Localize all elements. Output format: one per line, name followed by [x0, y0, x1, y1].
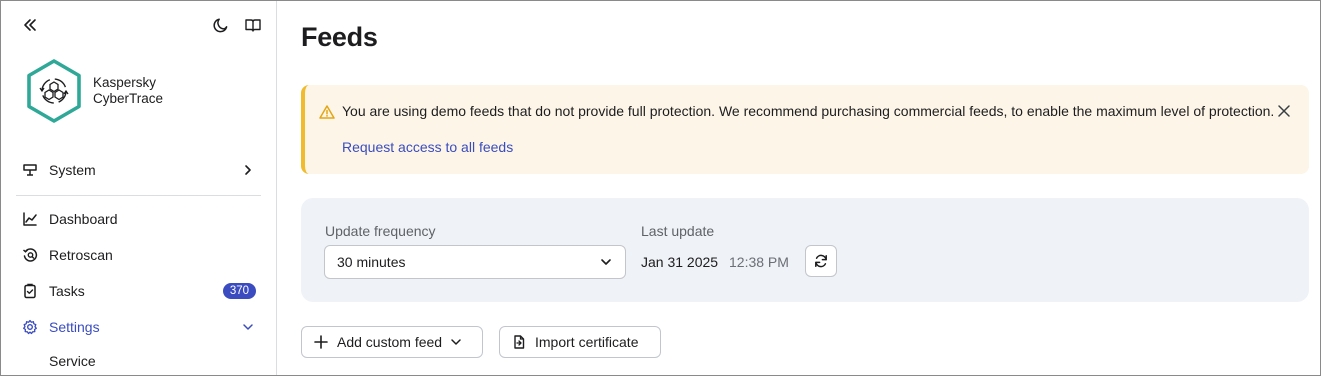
app-window: Kaspersky CyberTrace System Dashboard Re…	[0, 0, 1321, 376]
last-update-date: Jan 31 2025	[641, 254, 719, 270]
warning-icon	[319, 105, 335, 119]
demo-feeds-alert: You are using demo feeds that do not pro…	[301, 85, 1309, 174]
update-frequency-label: Update frequency	[325, 223, 436, 239]
alert-message: You are using demo feeds that do not pro…	[342, 103, 1275, 119]
sidebar-item-label: Settings	[49, 319, 100, 335]
brand-name: Kaspersky CyberTrace	[93, 75, 163, 107]
gear-icon	[21, 318, 39, 336]
chevron-down-icon	[601, 259, 611, 265]
brand[interactable]: Kaspersky CyberTrace	[23, 58, 163, 124]
sidebar-item-retroscan[interactable]: Retroscan	[21, 241, 256, 269]
close-icon[interactable]	[1277, 104, 1291, 118]
retroscan-icon	[21, 246, 39, 264]
sidebar-item-label: System	[49, 162, 96, 178]
sidebar-item-label: Dashboard	[49, 211, 118, 227]
sidebar-item-label: Tasks	[49, 283, 85, 299]
last-update-label: Last update	[641, 223, 715, 239]
sidebar-item-label: Retroscan	[49, 247, 113, 263]
update-frequency-value: 30 minutes	[337, 254, 406, 270]
chevron-down-icon	[451, 339, 461, 345]
add-custom-feed-button[interactable]: Add custom feed	[301, 326, 483, 358]
file-import-icon	[512, 335, 526, 349]
moon-icon[interactable]	[212, 16, 230, 34]
clipboard-check-icon	[21, 282, 39, 300]
collapse-sidebar-icon[interactable]	[21, 16, 39, 34]
page-title: Feeds	[301, 22, 378, 52]
sidebar-subitem-service[interactable]: Service	[49, 353, 96, 369]
brand-line-1: Kaspersky	[93, 75, 157, 90]
sidebar-item-settings[interactable]: Settings	[21, 313, 256, 341]
tasks-count-badge: 370	[222, 283, 256, 299]
plus-icon	[314, 335, 328, 349]
book-icon[interactable]	[244, 16, 262, 34]
add-custom-feed-label: Add custom feed	[337, 334, 443, 350]
refresh-icon	[815, 254, 827, 268]
update-frequency-select[interactable]: 30 minutes	[324, 245, 626, 279]
chevron-right-icon	[240, 162, 256, 178]
chart-line-icon	[21, 210, 39, 228]
sidebar-divider	[16, 195, 261, 196]
refresh-button[interactable]	[805, 245, 837, 277]
main-content: Feeds You are using demo feeds that do n…	[277, 1, 1320, 375]
sidebar-toolbar	[21, 16, 262, 36]
sidebar-item-system[interactable]: System	[21, 156, 256, 184]
brand-line-2: CyberTrace	[93, 91, 164, 106]
import-certificate-label: Import certificate	[535, 334, 639, 350]
request-access-link[interactable]: Request access to all feeds	[342, 139, 513, 155]
kaspersky-cybertrace-logo	[27, 59, 81, 123]
sidebar-item-dashboard[interactable]: Dashboard	[21, 205, 256, 233]
system-icon	[21, 161, 39, 179]
update-settings-panel: Update frequency 30 minutes Last update …	[301, 198, 1309, 302]
import-certificate-button[interactable]: Import certificate	[499, 326, 661, 358]
chevron-down-icon	[240, 319, 256, 335]
sidebar: Kaspersky CyberTrace System Dashboard Re…	[1, 1, 277, 375]
last-update-time: 12:38 PM	[729, 254, 789, 270]
sidebar-item-tasks[interactable]: Tasks 370	[21, 277, 256, 305]
